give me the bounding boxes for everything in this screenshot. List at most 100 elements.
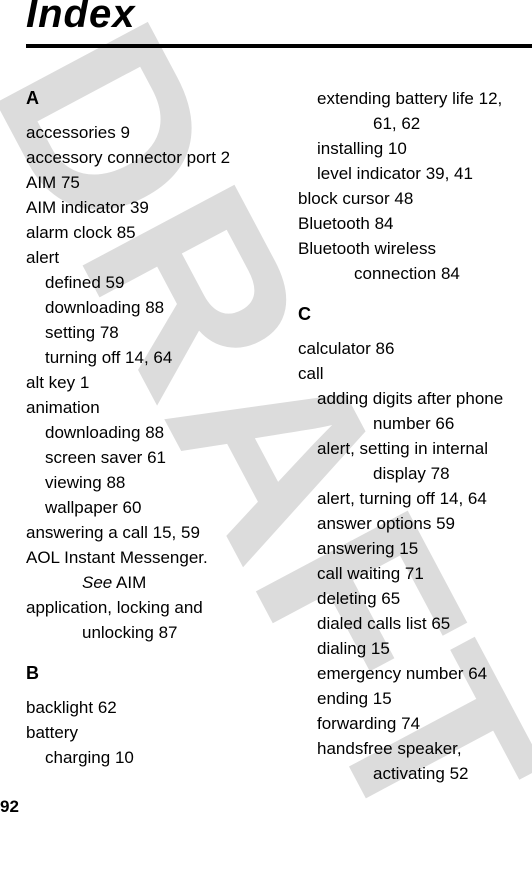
- entry-line: screen saver 61: [45, 445, 281, 470]
- index-entry: dialed calls list 65: [298, 611, 532, 636]
- entry-pages[interactable]: 88: [145, 298, 164, 317]
- entry-term: charging: [45, 748, 111, 767]
- entry-pages[interactable]: 15: [373, 689, 392, 708]
- entry-pages[interactable]: 66: [435, 414, 454, 433]
- index-entry: AOL Instant Messenger. See AIM: [26, 545, 281, 595]
- entry-pages[interactable]: 74: [401, 714, 420, 733]
- index-entry: alert: [26, 245, 281, 270]
- index-entry: block cursor 48: [298, 186, 532, 211]
- entry-pages[interactable]: 86: [376, 339, 395, 358]
- index-entry: deleting 65: [298, 586, 532, 611]
- entry-pages-continued[interactable]: 61, 62: [373, 114, 420, 133]
- section-letter: C: [298, 304, 311, 324]
- entry-line: alert: [26, 245, 281, 270]
- entry-pages[interactable]: 15, 59: [153, 523, 200, 542]
- entry-line: alert, setting in internal: [317, 436, 532, 461]
- entry-pages[interactable]: 62: [98, 698, 117, 717]
- section-letter: A: [26, 88, 39, 108]
- entry-pages[interactable]: 88: [145, 423, 164, 442]
- entry-pages[interactable]: 10: [388, 139, 407, 158]
- entry-pages[interactable]: 78: [431, 464, 450, 483]
- entry-pages[interactable]: 84: [441, 264, 460, 283]
- entry-pages[interactable]: 65: [431, 614, 450, 633]
- entry-pages[interactable]: 64: [468, 664, 487, 683]
- index-entry: alert, setting in internal display 78: [298, 436, 532, 486]
- entry-pages[interactable]: 88: [106, 473, 125, 492]
- entry-line: handsfree speaker,: [317, 736, 532, 761]
- entry-pages[interactable]: 59: [436, 514, 455, 533]
- index-entry: battery: [26, 720, 281, 745]
- entry-term: handsfree speaker,: [317, 739, 462, 758]
- entry-pages[interactable]: 48: [394, 189, 413, 208]
- index-entry: extending battery life 12, 61, 62: [298, 86, 532, 136]
- index-section: extending battery life 12, 61, 62 installi…: [298, 86, 532, 286]
- index-entry: alt key 1: [26, 370, 281, 395]
- entry-pages[interactable]: 71: [405, 564, 424, 583]
- index-section: Aaccessories 9 accessory connector port 2…: [26, 86, 281, 645]
- entry-line: alarm clock 85: [26, 220, 281, 245]
- index-section: Ccalculator 86 call adding digits after ph…: [298, 302, 532, 786]
- entry-pages[interactable]: 14, 64: [440, 489, 487, 508]
- entry-line: viewing 88: [45, 470, 281, 495]
- entry-term: Bluetooth wireless: [298, 239, 436, 258]
- entry-continuation: 61, 62: [317, 111, 532, 136]
- entry-pages[interactable]: 75: [61, 173, 80, 192]
- entry-term: deleting: [317, 589, 377, 608]
- index-entry: call: [298, 361, 532, 386]
- entry-pages[interactable]: 2: [221, 148, 230, 167]
- entry-pages[interactable]: 14, 64: [125, 348, 172, 367]
- entry-pages[interactable]: 85: [117, 223, 136, 242]
- entry-line: animation: [26, 395, 281, 420]
- entry-pages[interactable]: 78: [100, 323, 119, 342]
- entry-pages[interactable]: 65: [381, 589, 400, 608]
- entry-term: extending battery life: [317, 89, 474, 108]
- entry-term: ending: [317, 689, 369, 708]
- index-entry: turning off 14, 64: [26, 345, 281, 370]
- index-entry: accessory connector port 2: [26, 145, 281, 170]
- entry-pages[interactable]: 9: [121, 123, 130, 142]
- see-label: See: [82, 573, 113, 592]
- entry-term: installing: [317, 139, 384, 158]
- entry-term: call: [298, 364, 324, 383]
- entry-line: turning off 14, 64: [45, 345, 281, 370]
- page-number: 92: [0, 797, 19, 816]
- entry-pages[interactable]: 12,: [479, 89, 503, 108]
- entry-term: AOL Instant Messenger.: [26, 548, 208, 567]
- entry-pages[interactable]: 15: [371, 639, 390, 658]
- entry-term: accessory connector port: [26, 148, 216, 167]
- entry-pages[interactable]: 39: [130, 198, 149, 217]
- entry-term-continued: connection: [354, 264, 437, 283]
- entry-line: downloading 88: [45, 295, 281, 320]
- entry-pages[interactable]: 87: [159, 623, 178, 642]
- entry-pages[interactable]: 84: [375, 214, 394, 233]
- entry-pages[interactable]: 60: [123, 498, 142, 517]
- entry-pages[interactable]: 59: [106, 273, 125, 292]
- see-target[interactable]: AIM: [116, 573, 146, 592]
- entry-pages[interactable]: 10: [115, 748, 134, 767]
- entry-pages[interactable]: 39, 41: [426, 164, 473, 183]
- entry-pages[interactable]: 1: [80, 373, 89, 392]
- entry-term-continued: display: [373, 464, 426, 483]
- index-entry: call waiting 71: [298, 561, 532, 586]
- index-entry: dialing 15: [298, 636, 532, 661]
- section-letter: B: [26, 663, 39, 683]
- index-entry: backlight 62: [26, 695, 281, 720]
- entry-term: downloading: [45, 423, 141, 442]
- index-entry: adding digits after phone number 66: [298, 386, 532, 436]
- entry-line: block cursor 48: [298, 186, 532, 211]
- index-entry: answer options 59: [298, 511, 532, 536]
- entry-term: call waiting: [317, 564, 401, 583]
- index-entry: handsfree speaker, activating 52: [298, 736, 532, 786]
- entry-pages[interactable]: 15: [399, 539, 418, 558]
- title-rule: [26, 44, 532, 48]
- index-entry: downloading 88: [26, 295, 281, 320]
- entry-pages[interactable]: 61: [147, 448, 166, 467]
- entry-line: call waiting 71: [317, 561, 532, 586]
- entry-term: AIM indicator: [26, 198, 126, 217]
- entry-pages[interactable]: 52: [450, 764, 469, 783]
- index-section: Bbacklight 62 battery charging 10: [26, 661, 281, 770]
- page-title: Index: [26, 0, 136, 36]
- entry-continuation: number 66: [317, 411, 532, 436]
- entry-term-continued: unlocking: [82, 623, 154, 642]
- index-entry: answering 15: [298, 536, 532, 561]
